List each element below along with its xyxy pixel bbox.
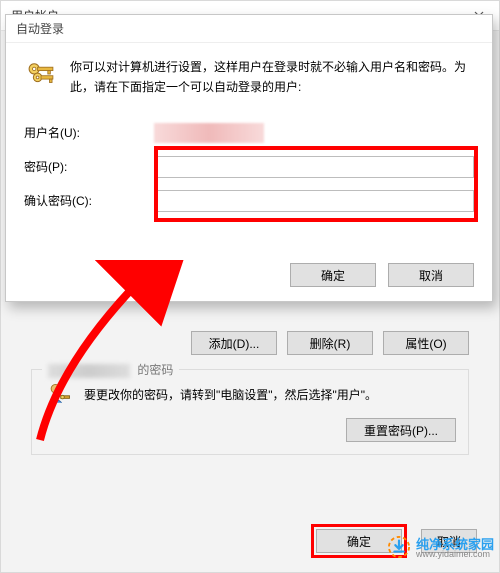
- dialog-titlebar: 自动登录: [6, 15, 492, 43]
- password-group-title: 的密码: [42, 361, 179, 378]
- watermark-logo-icon: [388, 536, 410, 558]
- dialog-message: 你可以对计算机进行设置，这样用户在登录时就不必输入用户名和密码。为此，请在下面指…: [70, 57, 474, 98]
- dialog-cancel-button[interactable]: 取消: [388, 263, 474, 287]
- user-key-icon: [44, 380, 74, 408]
- confirm-password-label: 确认密码(C):: [24, 192, 154, 209]
- redacted-username: [48, 364, 130, 378]
- fields: 用户名(U): 密码(P): 确认密码(C):: [24, 116, 474, 218]
- dialog-ok-button[interactable]: 确定: [290, 263, 376, 287]
- watermark: 纯净系统家园 www.yidaimei.com: [388, 534, 494, 559]
- watermark-url: www.yidaimei.com: [416, 549, 494, 559]
- add-button[interactable]: 添加(D)...: [191, 331, 277, 355]
- password-group: 的密码 要更改你的密码，请转到"电脑设置"，然后选择"用户"。 重置密码(P).…: [31, 369, 469, 455]
- properties-button[interactable]: 属性(O): [383, 331, 469, 355]
- auto-login-dialog: 自动登录 你可以对计算机进行设置，这样用户在登录时就不必输入用户名和密码。为此，…: [5, 14, 493, 302]
- confirm-password-input[interactable]: [154, 190, 474, 212]
- password-change-text: 要更改你的密码，请转到"电脑设置"，然后选择"用户"。: [84, 386, 377, 403]
- keys-icon: [24, 57, 58, 91]
- password-label: 密码(P):: [24, 158, 154, 175]
- password-input[interactable]: [154, 156, 474, 178]
- dialog-title: 自动登录: [16, 20, 64, 37]
- remove-button[interactable]: 删除(R): [287, 331, 373, 355]
- reset-password-button[interactable]: 重置密码(P)...: [346, 418, 456, 442]
- username-input[interactable]: [154, 123, 264, 143]
- username-label: 用户名(U):: [24, 124, 154, 141]
- dialog-body: 你可以对计算机进行设置，这样用户在登录时就不必输入用户名和密码。为此，请在下面指…: [6, 43, 492, 301]
